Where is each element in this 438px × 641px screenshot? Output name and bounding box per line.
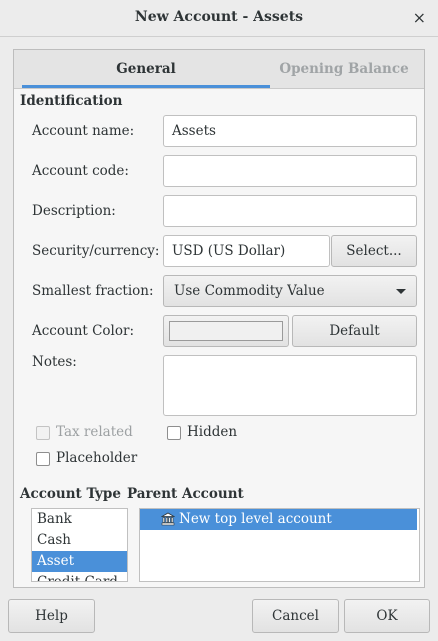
tax-related-checkbox[interactable] <box>36 426 50 440</box>
description-field[interactable] <box>163 195 417 227</box>
help-button[interactable]: Help <box>8 599 95 633</box>
window-title: New Account - Assets <box>134 9 304 25</box>
account-color-picker[interactable] <box>163 315 289 347</box>
account-code-label: Account code: <box>32 163 129 179</box>
account-type-heading: Account Type <box>20 486 121 502</box>
list-item[interactable]: Credit Card <box>32 572 127 581</box>
smallest-fraction-label: Smallest fraction: <box>32 283 154 299</box>
hidden-label: Hidden <box>187 424 238 440</box>
list-item[interactable]: Cash <box>32 530 127 551</box>
security-field[interactable]: USD (US Dollar) <box>163 235 330 267</box>
tree-row[interactable]: New top level account <box>140 509 417 530</box>
parent-account-heading: Parent Account <box>127 486 244 502</box>
chevron-down-icon <box>396 289 406 294</box>
account-code-field[interactable] <box>163 155 417 187</box>
account-name-label: Account name: <box>32 123 135 139</box>
identification-heading: Identification <box>20 93 123 109</box>
bank-icon <box>161 512 175 526</box>
hidden-checkbox[interactable] <box>167 426 181 440</box>
default-color-button[interactable]: Default <box>292 315 417 347</box>
notes-textarea[interactable] <box>163 355 417 416</box>
smallest-fraction-combo[interactable]: Use Commodity Value <box>163 275 417 307</box>
list-item[interactable]: Asset <box>32 551 127 572</box>
tab-bar: General Opening Balance <box>14 50 424 89</box>
tax-related-label: Tax related <box>56 424 133 440</box>
description-label: Description: <box>32 203 116 219</box>
select-currency-button[interactable]: Select... <box>331 235 417 267</box>
tab-general[interactable]: General <box>22 50 270 88</box>
tab-opening-balance[interactable]: Opening Balance <box>270 50 418 88</box>
account-name-field[interactable]: Assets <box>163 115 417 147</box>
cancel-button[interactable]: Cancel <box>252 599 339 633</box>
placeholder-checkbox[interactable] <box>36 452 50 466</box>
parent-account-tree[interactable]: New top level account <box>139 508 420 582</box>
account-color-label: Account Color: <box>32 323 135 339</box>
tree-row-label: New top level account <box>179 511 332 527</box>
title-bar: New Account - Assets × <box>0 0 438 37</box>
ok-button[interactable]: OK <box>344 599 430 633</box>
color-swatch <box>169 321 283 341</box>
list-item[interactable]: Bank <box>32 509 127 530</box>
smallest-fraction-value: Use Commodity Value <box>174 283 325 299</box>
account-type-list[interactable]: Bank Cash Asset Credit Card <box>31 508 128 582</box>
placeholder-label: Placeholder <box>56 450 138 466</box>
security-label: Security/currency: <box>32 243 160 259</box>
notes-label: Notes: <box>32 354 77 370</box>
close-icon[interactable]: × <box>413 8 426 27</box>
